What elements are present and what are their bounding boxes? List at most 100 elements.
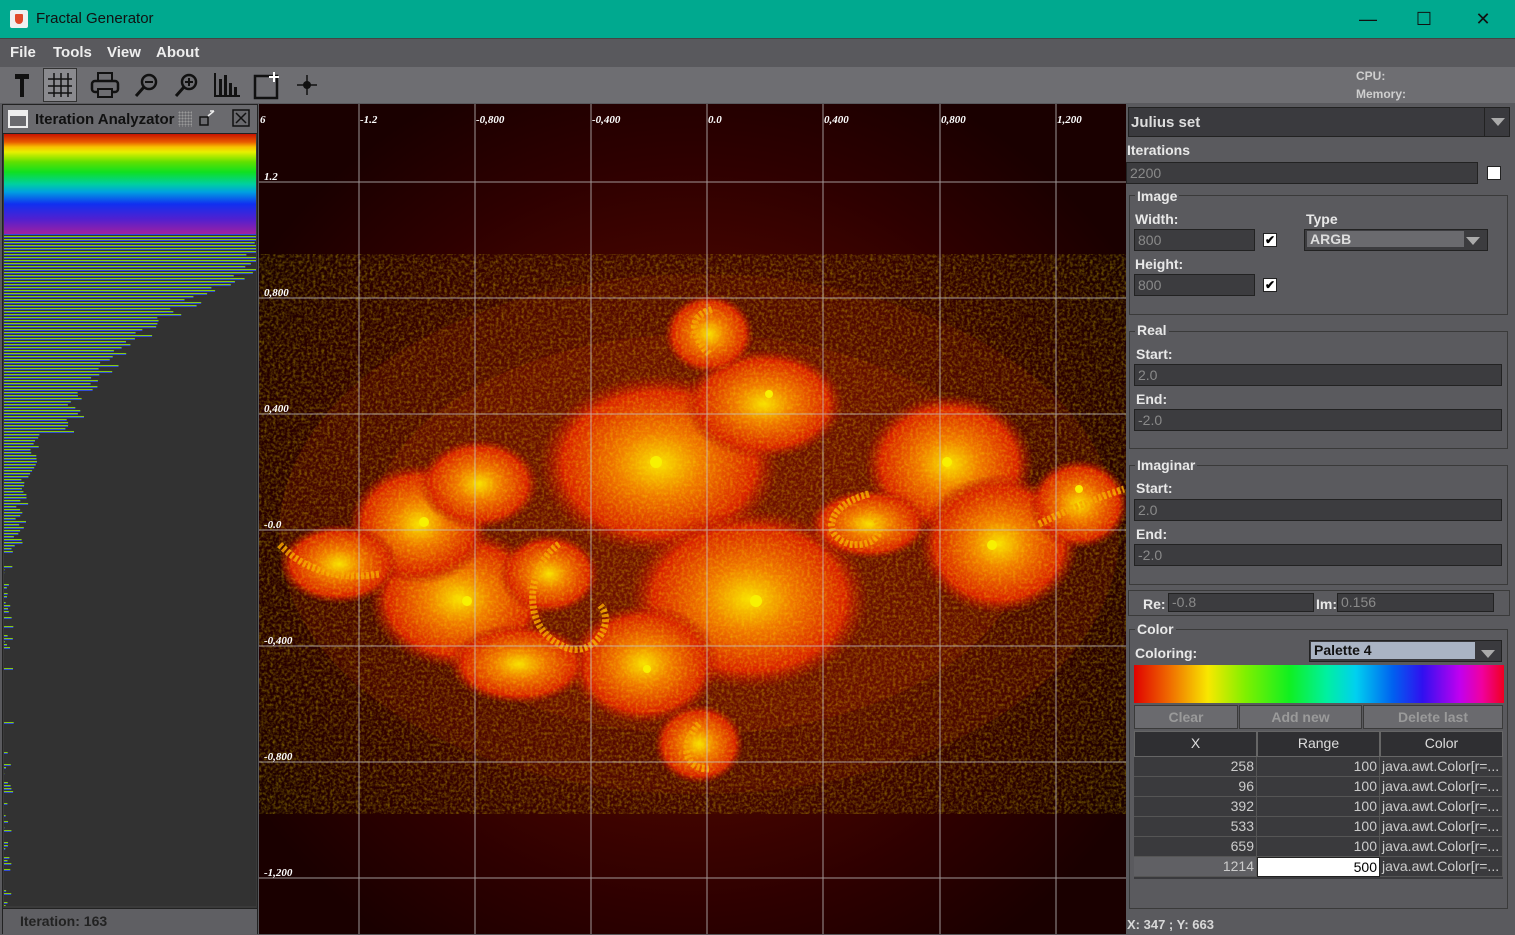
title-bar	[0, 0, 1515, 38]
drag-grip-icon[interactable]	[178, 111, 192, 127]
histogram-bar	[4, 596, 7, 598]
histogram-bar	[4, 242, 255, 244]
column-header-color[interactable]: Color	[1380, 731, 1503, 757]
imag-start-label: Start:	[1136, 480, 1173, 496]
minimize-button[interactable]: —	[1340, 0, 1396, 38]
new-window-icon[interactable]	[250, 68, 284, 102]
analyzer-title: Iteration Analyzator	[35, 111, 174, 128]
histogram-bar	[4, 845, 8, 847]
histogram-bar	[4, 359, 110, 361]
real-end-input[interactable]: -2.0	[1134, 409, 1502, 431]
height-input[interactable]: 800	[1134, 274, 1255, 296]
table-cell-color[interactable]: java.awt.Color[r=...	[1380, 757, 1503, 777]
maximize-button[interactable]: ☐	[1396, 0, 1452, 38]
histogram-bar	[4, 791, 13, 793]
chevron-down-icon[interactable]	[1484, 108, 1510, 136]
add-new-button[interactable]: Add new	[1239, 705, 1362, 729]
histogram-bar	[4, 236, 256, 238]
width-input[interactable]: 800	[1134, 229, 1255, 251]
height-checkbox[interactable]: ✔	[1263, 278, 1277, 292]
table-cell-range[interactable]: 100	[1257, 757, 1380, 777]
imag-start-input[interactable]: 2.0	[1134, 499, 1502, 521]
delete-last-button[interactable]: Delete last	[1363, 705, 1503, 729]
table-cell-x[interactable]: 1214	[1134, 857, 1257, 877]
clear-button[interactable]: Clear	[1134, 705, 1238, 729]
crosshair-icon[interactable]	[290, 68, 324, 102]
menu-tools[interactable]: Tools	[53, 44, 92, 61]
palette-value: Palette 4	[1311, 642, 1475, 659]
chevron-down-icon[interactable]	[1466, 233, 1480, 251]
zoom-in-icon[interactable]	[170, 68, 204, 102]
table-cell-color[interactable]: java.awt.Color[r=...	[1380, 837, 1503, 857]
menu-view[interactable]: View	[107, 44, 141, 61]
close-button[interactable]: ✕	[1455, 0, 1511, 38]
iterations-label: Iterations	[1127, 142, 1190, 158]
table-cell-x[interactable]: 659	[1134, 837, 1257, 857]
real-start-input[interactable]: 2.0	[1134, 364, 1502, 386]
table-cell-range[interactable]: 100	[1257, 777, 1380, 797]
histogram-bar	[4, 443, 34, 445]
table-cell-color[interactable]: java.awt.Color[r=...	[1380, 797, 1503, 817]
iterations-input[interactable]: 2200	[1126, 162, 1478, 184]
table-cell-range[interactable]: 100	[1257, 817, 1380, 837]
im-input[interactable]: 0.156	[1337, 593, 1494, 612]
y-tick-label: -0,800	[264, 751, 293, 763]
histogram-bar	[4, 308, 170, 310]
table-cell-x[interactable]: 258	[1134, 757, 1257, 777]
histogram-bar	[4, 626, 13, 628]
x-tick-label: 0,400	[824, 114, 849, 126]
imag-end-input[interactable]: -2.0	[1134, 544, 1502, 566]
histogram-bar	[4, 317, 157, 319]
histogram-bar	[4, 485, 24, 487]
y-tick-label: -1,200	[264, 867, 293, 879]
width-checkbox[interactable]: ✔	[1263, 233, 1277, 247]
imaginary-group	[1129, 465, 1508, 585]
menu-file[interactable]: File	[10, 44, 36, 61]
table-cell-range[interactable]: 100	[1257, 797, 1380, 817]
histogram-bar	[4, 458, 37, 460]
hammer-icon[interactable]	[5, 68, 39, 102]
restore-icon[interactable]	[198, 110, 216, 128]
histogram-bar	[4, 272, 253, 274]
histogram-bar	[4, 374, 99, 376]
imaginary-group-label: Imaginar	[1135, 457, 1197, 473]
real-group	[1129, 331, 1508, 449]
frame-close-icon[interactable]	[232, 109, 250, 127]
chevron-down-icon[interactable]	[1481, 646, 1495, 664]
image-type-value: ARGB	[1307, 231, 1464, 247]
table-cell-color[interactable]: java.awt.Color[r=...	[1380, 777, 1503, 797]
histogram-bar	[4, 722, 14, 724]
column-header-range[interactable]: Range	[1257, 731, 1380, 757]
histogram-bar	[4, 476, 28, 478]
table-cell-color[interactable]: java.awt.Color[r=...	[1380, 857, 1503, 877]
iteration-histogram	[4, 134, 256, 906]
grid-icon[interactable]	[43, 68, 77, 102]
column-header-x[interactable]: X	[1134, 731, 1257, 757]
histogram-icon[interactable]	[210, 68, 244, 102]
iterations-checkbox[interactable]	[1487, 166, 1501, 180]
histogram-bar	[4, 332, 136, 334]
histogram-bar	[4, 860, 8, 862]
printer-icon[interactable]	[88, 68, 122, 102]
histogram-bar	[4, 470, 32, 472]
menu-about[interactable]: About	[156, 44, 199, 61]
palette-gradient-bar[interactable]	[1134, 665, 1504, 703]
y-tick-label: 0,400	[264, 403, 289, 415]
re-input[interactable]: -0.8	[1168, 593, 1314, 612]
table-cell-range-editing[interactable]: 500	[1257, 857, 1380, 877]
histogram-bar	[4, 752, 8, 754]
zoom-out-icon[interactable]	[130, 68, 164, 102]
histogram-bar	[4, 434, 39, 436]
histogram-bar	[4, 266, 245, 268]
table-cell-range[interactable]: 100	[1257, 837, 1380, 857]
table-cell-color[interactable]: java.awt.Color[r=...	[1380, 817, 1503, 837]
histogram-bar	[4, 788, 11, 790]
table-cell-x[interactable]: 392	[1134, 797, 1257, 817]
x-tick-label: 0.0	[708, 114, 722, 126]
table-cell-x[interactable]: 533	[1134, 817, 1257, 837]
iteration-readout: Iteration: 163	[20, 913, 107, 929]
fractal-canvas[interactable]: 6-1.2-0,800-0,4000.00,4000,8001,2001.20,…	[259, 104, 1126, 934]
window-title: Fractal Generator	[36, 10, 154, 27]
table-cell-x[interactable]: 96	[1134, 777, 1257, 797]
histogram-bar	[4, 545, 15, 547]
